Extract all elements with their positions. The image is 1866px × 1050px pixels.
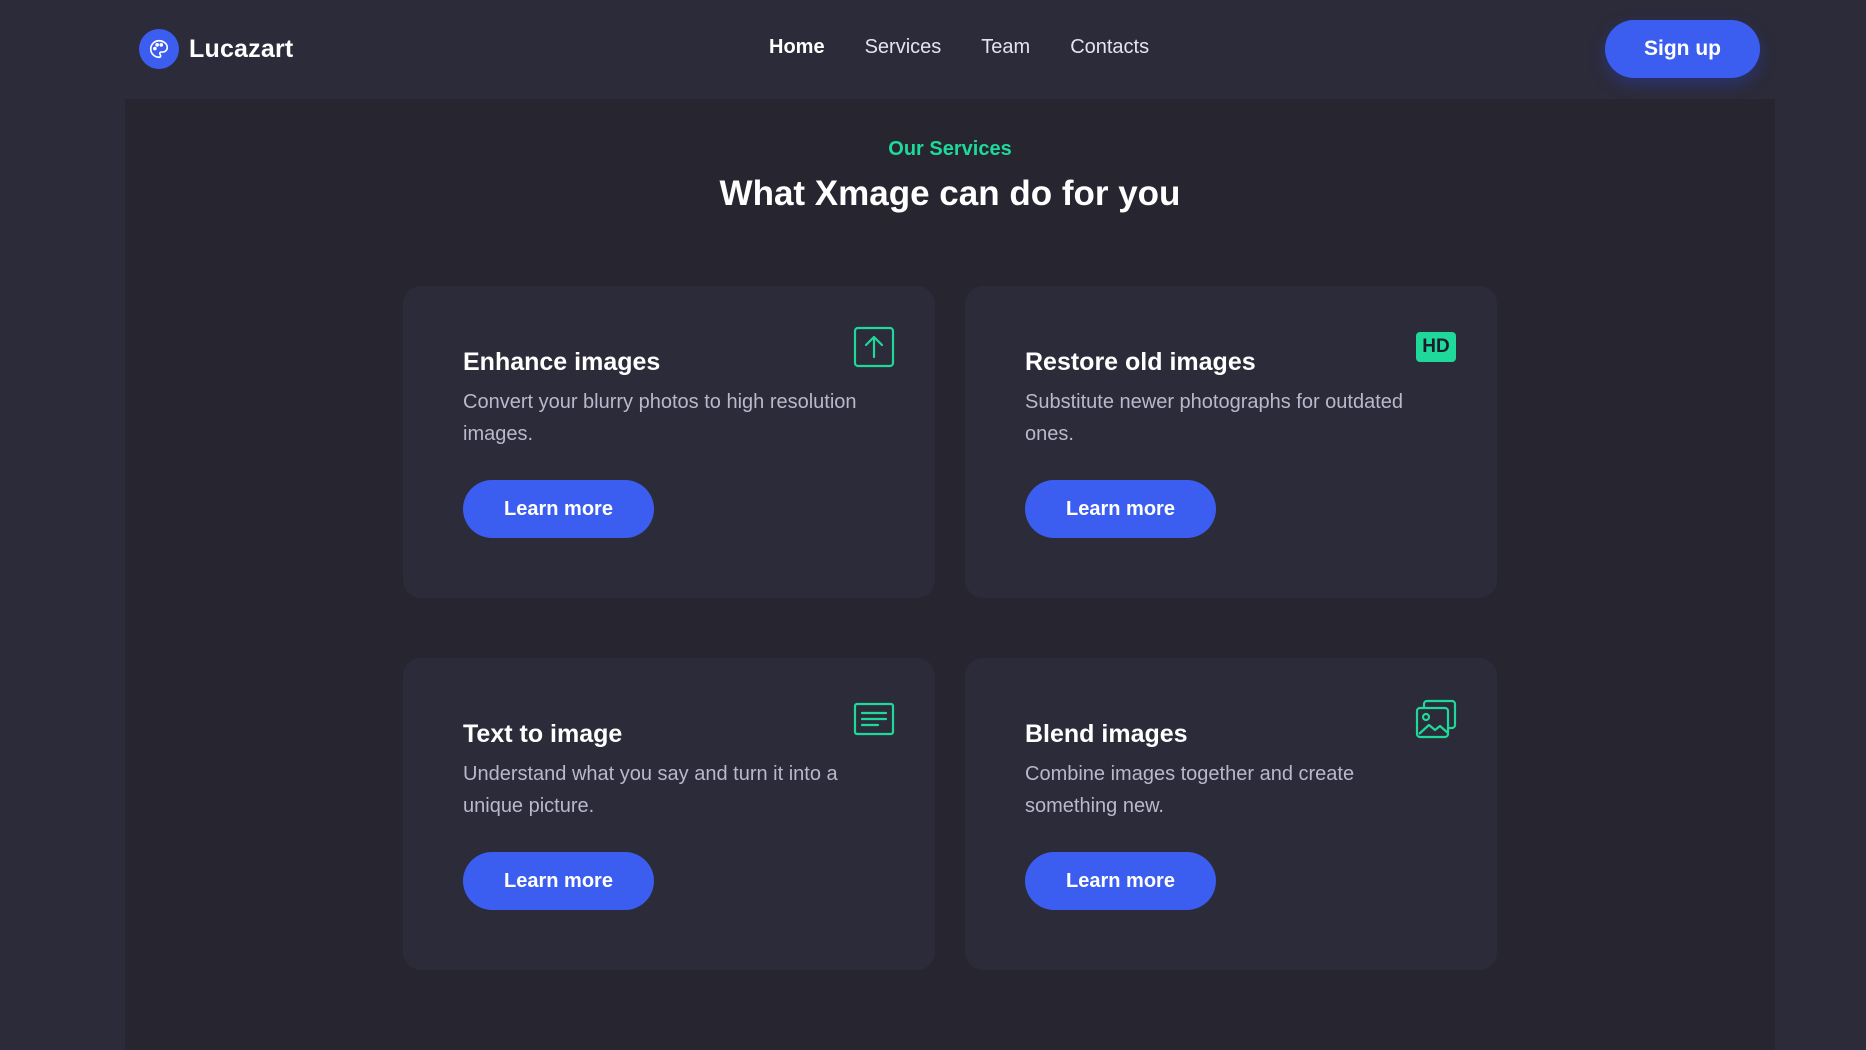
learn-more-button[interactable]: Learn more [1025, 852, 1216, 910]
text-lines-icon [853, 698, 895, 740]
section-eyebrow: Our Services [888, 138, 1012, 160]
section-title: What Xmage can do for you [719, 174, 1181, 213]
service-card-text-to-image: Text to image Understand what you say an… [403, 658, 935, 970]
service-card-enhance: Enhance images Convert your blurry photo… [403, 286, 935, 598]
service-card-blend: Blend images Combine images together and… [965, 658, 1497, 970]
brand-name: Lucazart [189, 34, 294, 63]
card-title: Restore old images [1025, 348, 1256, 376]
card-title: Enhance images [463, 348, 661, 376]
upload-arrow-icon [853, 326, 895, 368]
card-description: Understand what you say and turn it into… [463, 763, 838, 817]
service-card-restore: HD Restore old images Substitute newer p… [965, 286, 1497, 598]
signup-button[interactable]: Sign up [1605, 20, 1760, 78]
nav-link-team[interactable]: Team [981, 36, 1030, 59]
hd-badge: HD [1416, 332, 1456, 362]
brand-link[interactable]: Lucazart [139, 29, 293, 69]
nav-link-services[interactable]: Services [865, 36, 942, 59]
card-description: Convert your blurry photos to high resol… [463, 391, 857, 445]
main-nav: Home Services Team Contacts [769, 36, 1149, 59]
card-description: Substitute newer photographs for outdate… [1025, 391, 1404, 445]
card-title: Text to image [463, 720, 623, 748]
learn-more-button[interactable]: Learn more [1025, 480, 1216, 538]
top-navbar: Lucazart Home Services Team Contacts Sig… [0, 0, 1866, 99]
page: Lucazart Home Services Team Contacts Sig… [0, 0, 1866, 1050]
services-section: Our Services What Xmage can do for you E… [125, 99, 1775, 1050]
nav-link-home[interactable]: Home [769, 36, 825, 59]
card-title: Blend images [1025, 720, 1188, 748]
learn-more-button[interactable]: Learn more [463, 852, 654, 910]
card-description: Combine images together and create somet… [1025, 763, 1355, 817]
palette-icon [139, 29, 179, 69]
images-stack-icon [1415, 698, 1457, 740]
learn-more-button[interactable]: Learn more [463, 480, 654, 538]
hd-badge-icon: HD [1415, 326, 1457, 368]
nav-link-contacts[interactable]: Contacts [1070, 36, 1149, 59]
